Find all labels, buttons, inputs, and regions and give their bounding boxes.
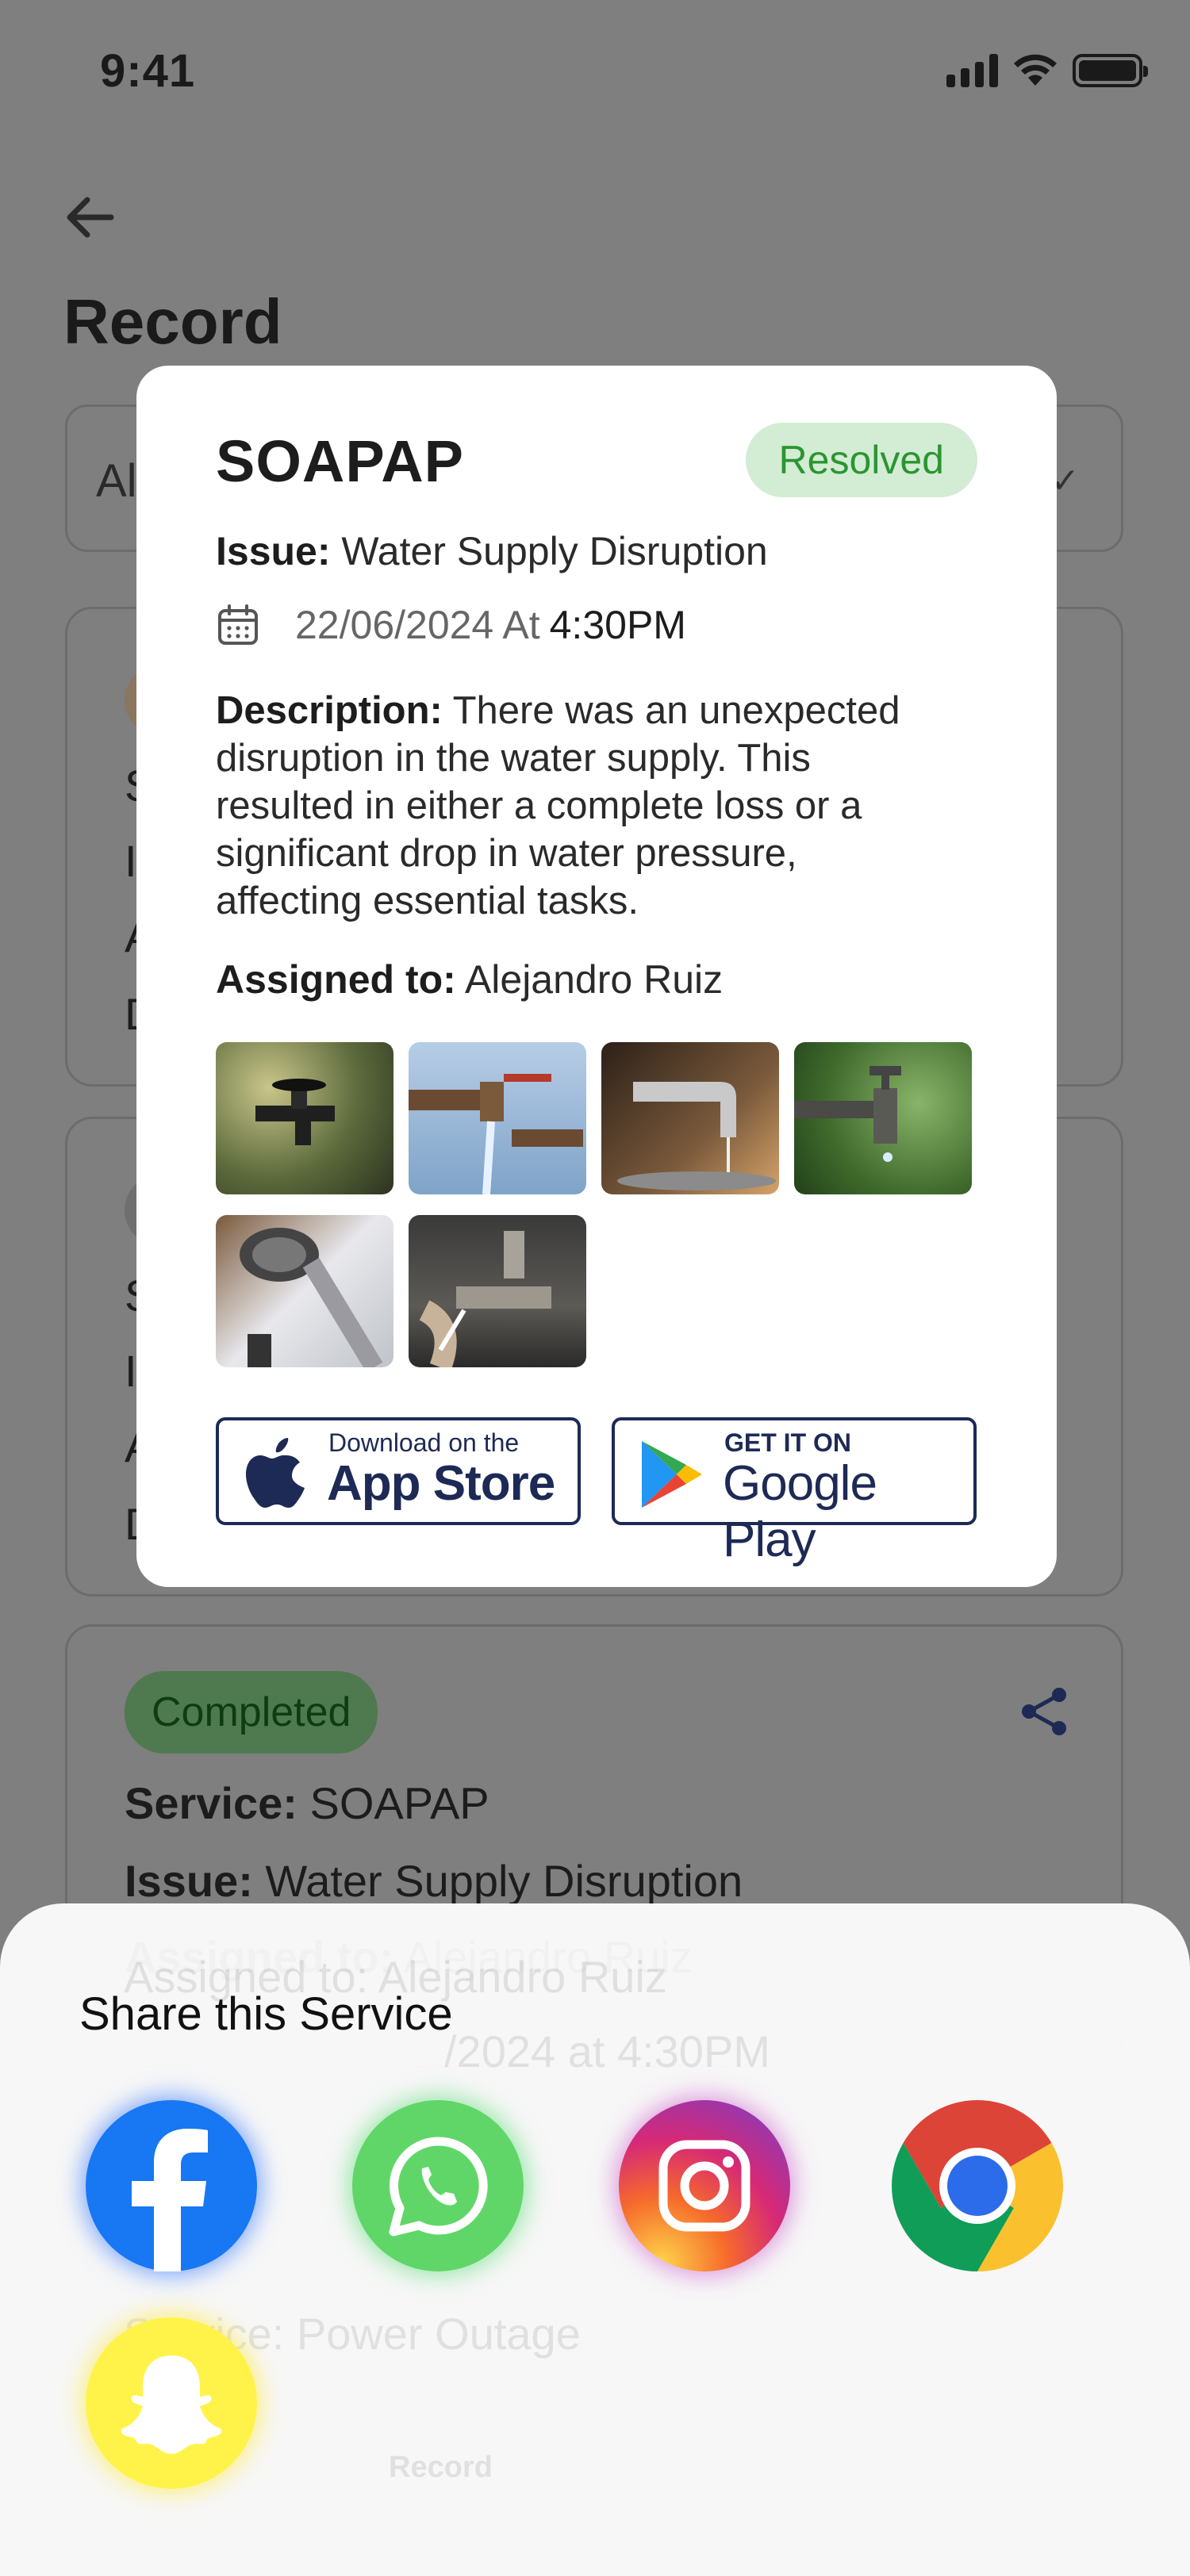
- modal-assigned: Assigned to: Alejandro Ruiz: [216, 956, 723, 1002]
- card-issue: Issue: Water Supply Disruption: [125, 1855, 743, 1907]
- assigned-value: Alejandro Ruiz: [464, 957, 724, 1002]
- back-arrow-icon[interactable]: [59, 186, 122, 249]
- description-label: Description:: [216, 689, 443, 732]
- photo-thumbnail[interactable]: [216, 1042, 393, 1194]
- time-text: 4:30PM: [549, 603, 686, 647]
- signal-icon: [946, 52, 998, 87]
- battery-icon: [1073, 54, 1148, 87]
- assigned-label: Assigned to:: [216, 957, 456, 1002]
- whatsapp-icon[interactable]: [352, 2100, 524, 2271]
- card-service: Service: SOAPAP: [125, 1777, 489, 1829]
- photo-thumbnail[interactable]: [409, 1042, 586, 1194]
- page-title: Record: [63, 286, 282, 357]
- photo-thumbnail[interactable]: [601, 1042, 779, 1194]
- status-bar: 9:41: [0, 0, 1190, 143]
- issue-label: Issue:: [125, 1856, 253, 1906]
- calendar-icon: [218, 604, 258, 645]
- app-store-big: App Store: [327, 1456, 555, 1511]
- issue-value: Water Supply Disruption: [341, 529, 768, 573]
- service-detail-modal: SOAPAP Resolved Issue: Water Supply Disr…: [136, 366, 1057, 1587]
- status-badge: Completed: [125, 1671, 378, 1754]
- facebook-icon[interactable]: [86, 2100, 257, 2271]
- google-play-big: Google Play: [723, 1456, 877, 1567]
- instagram-icon[interactable]: [619, 2100, 790, 2271]
- google-play-icon: [642, 1441, 702, 1508]
- card-row: I: [125, 836, 137, 886]
- date-text: 22/06/2024 At: [295, 603, 540, 647]
- service-label: Service:: [125, 1778, 298, 1828]
- chrome-icon[interactable]: [892, 2100, 1063, 2271]
- google-play-button[interactable]: GET IT ON Google Play: [612, 1417, 977, 1567]
- status-badge: Resolved: [745, 423, 977, 497]
- status-icons: [946, 52, 1148, 87]
- ghost-date: /2024 at 4:30PM: [444, 2026, 770, 2076]
- modal-date: 22/06/2024 At 4:30PM: [216, 602, 686, 648]
- share-icon[interactable]: [1016, 1684, 1072, 1739]
- app-store-small: Download on the: [328, 1428, 520, 1457]
- snapchat-icon[interactable]: [86, 2317, 257, 2489]
- share-sheet: Assigned to: Alejandro Ruiz /2024 at 4:3…: [0, 1903, 1190, 2576]
- service-value: SOAPAP: [309, 1778, 489, 1828]
- photo-thumbnail[interactable]: [794, 1042, 972, 1194]
- modal-issue: Issue: Water Supply Disruption: [216, 528, 768, 574]
- status-time: 9:41: [100, 45, 196, 97]
- apple-icon: [246, 1438, 305, 1508]
- photo-thumbnail[interactable]: [216, 1215, 393, 1367]
- filter-value: Al: [96, 455, 137, 507]
- modal-title: SOAPAP: [216, 428, 465, 494]
- google-play-small: GET IT ON: [724, 1428, 851, 1457]
- issue-label: Issue:: [216, 529, 331, 573]
- ghost-nav-label: Record: [389, 2451, 493, 2484]
- wifi-icon: [1014, 54, 1057, 86]
- share-sheet-title: Share this Service: [79, 1988, 453, 2040]
- modal-description: Description: There was an unexpected dis…: [216, 687, 946, 925]
- card-row: I: [125, 1346, 137, 1396]
- app-store-button[interactable]: Download on the App Store: [216, 1417, 581, 1525]
- photo-thumbnail[interactable]: [409, 1215, 586, 1367]
- issue-value: Water Supply Disruption: [265, 1856, 743, 1906]
